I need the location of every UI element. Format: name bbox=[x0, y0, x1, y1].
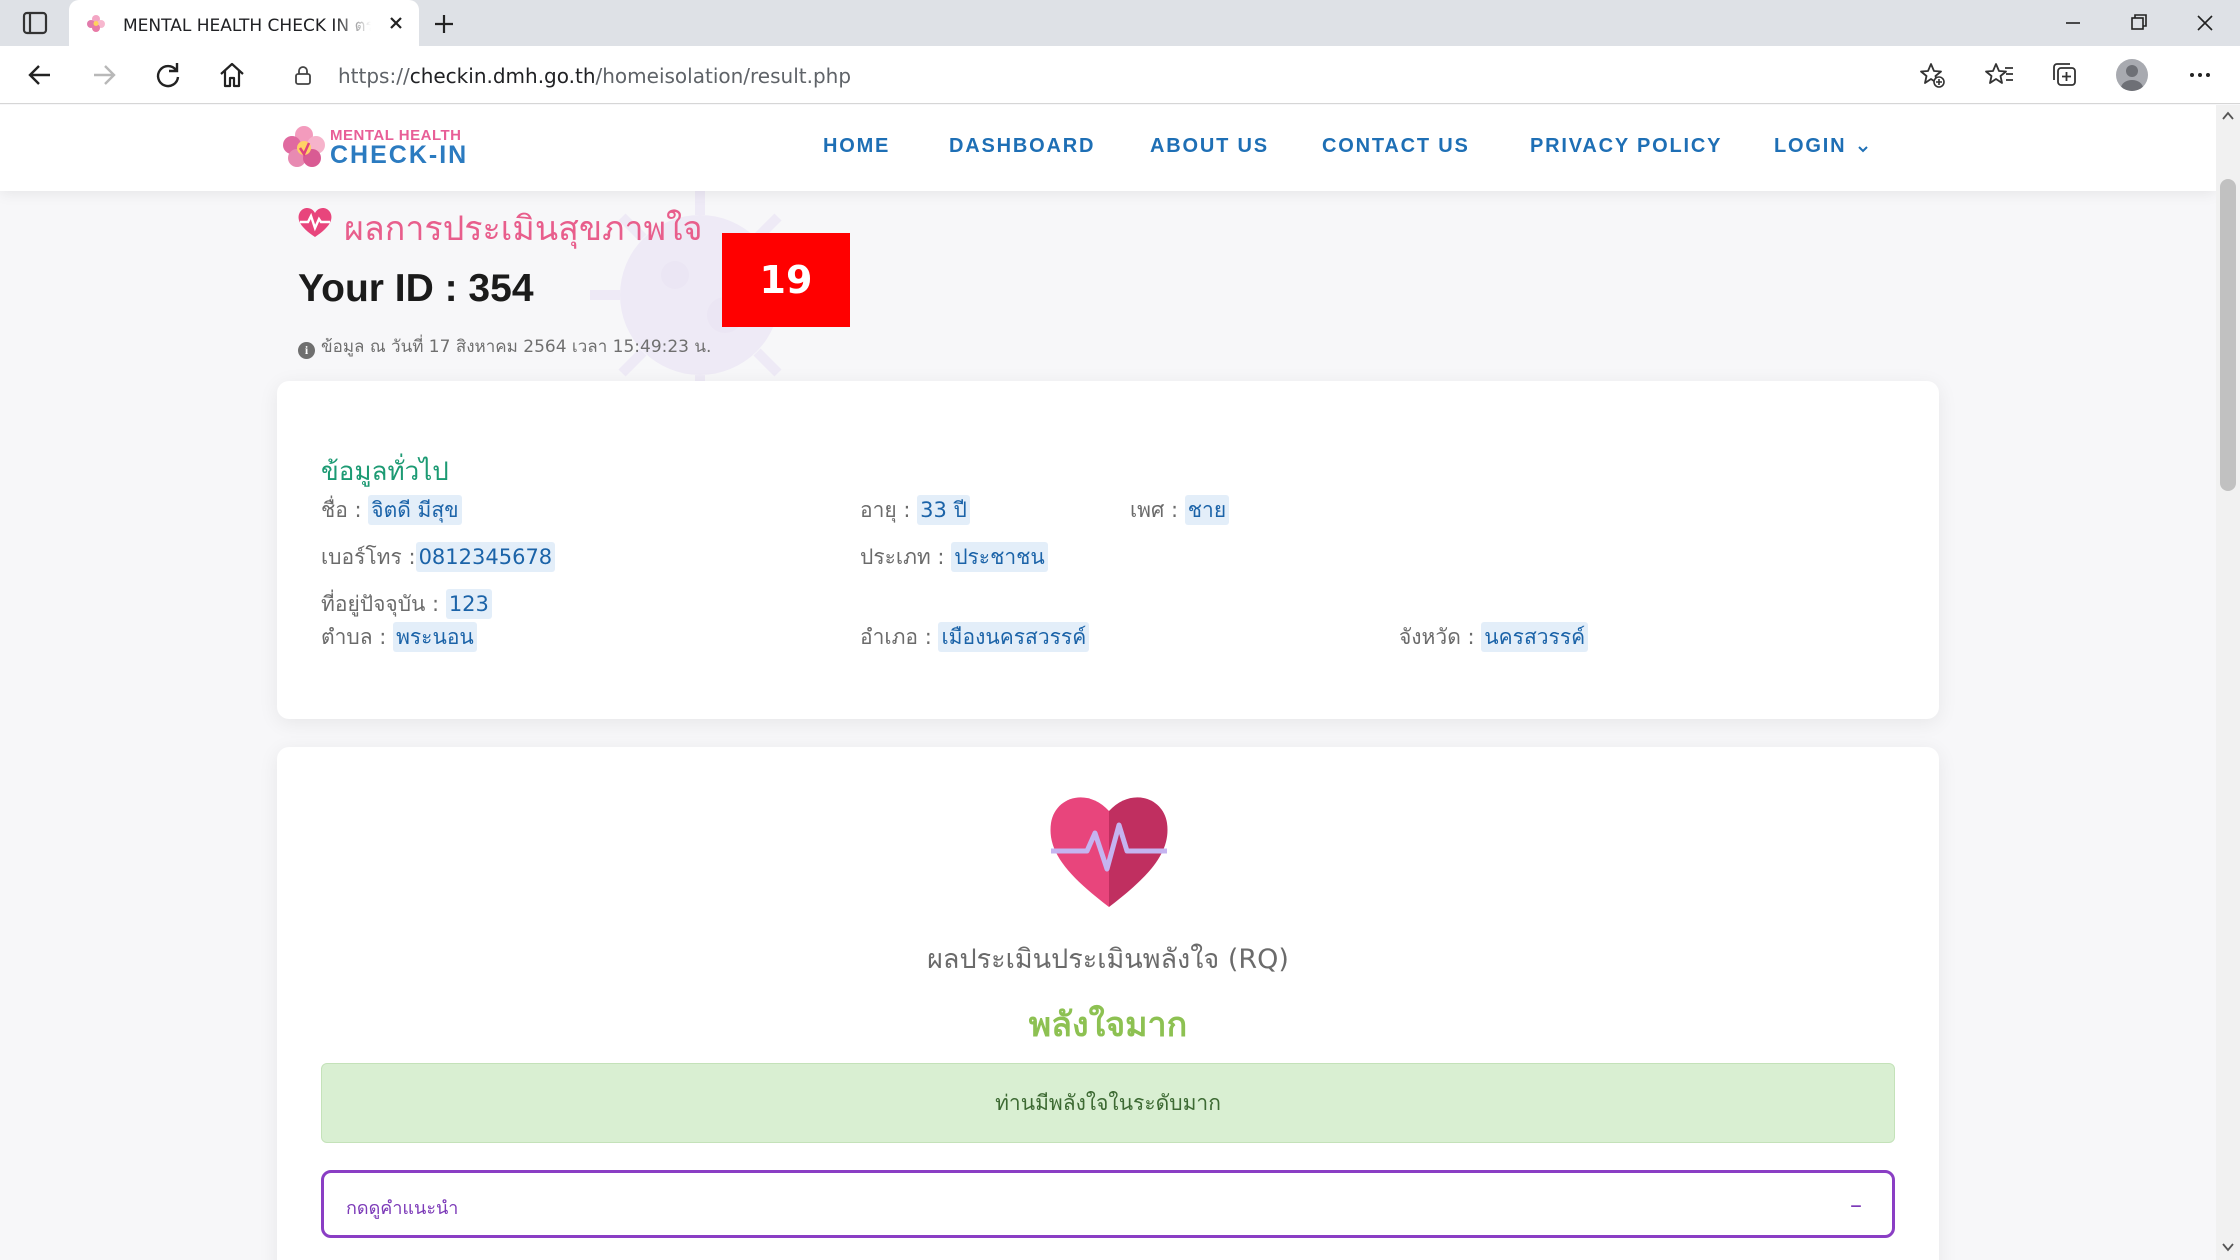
person-icon bbox=[2121, 65, 2143, 91]
subdistrict-field: ตำบล : พระนอน bbox=[321, 621, 477, 654]
user-id: Your ID : 354 bbox=[298, 267, 534, 310]
age-label: อายุ : bbox=[860, 498, 918, 522]
subdistrict-label: ตำบล : bbox=[321, 625, 394, 649]
page-scrollbar[interactable] bbox=[2216, 105, 2240, 1260]
collections-icon[interactable] bbox=[2050, 59, 2082, 91]
info-icon: i bbox=[298, 342, 315, 359]
type-value: ประชาชน bbox=[951, 542, 1048, 572]
address-bar-row: https://checkin.dmh.go.th/homeisolation/… bbox=[0, 46, 2240, 104]
result-alert: ท่านมีพลังใจในระดับมาก bbox=[321, 1063, 1895, 1143]
logo-flower-icon bbox=[283, 126, 325, 167]
sex-value: ชาย bbox=[1184, 495, 1230, 525]
sex-field: เพศ : ชาย bbox=[1130, 494, 1230, 527]
timestamp-text: ข้อมูล ณ วันที่ 17 สิงหาคม 2564 เวลา 15:… bbox=[321, 337, 712, 357]
page-title: ผลการประเมินสุขภาพใจ bbox=[344, 209, 703, 249]
age-field: อายุ : 33 ปี bbox=[860, 494, 970, 527]
age-value: 33 ปี bbox=[917, 495, 970, 525]
district-value: เมืองนครสวรรค์ bbox=[938, 622, 1090, 652]
district-label: อำเภอ : bbox=[860, 625, 939, 649]
nav-contact[interactable]: CONTACT US bbox=[1322, 135, 1470, 158]
favicon-icon bbox=[87, 15, 105, 32]
subdistrict-value: พระนอน bbox=[393, 622, 477, 652]
url-field[interactable]: https://checkin.dmh.go.th/homeisolation/… bbox=[274, 54, 1960, 96]
province-field: จังหวัด : นครสวรรค์ bbox=[1399, 621, 1589, 654]
heart-pulse-icon bbox=[1050, 797, 1168, 907]
more-icon[interactable] bbox=[2184, 59, 2216, 91]
heart-pulse-icon bbox=[298, 207, 332, 237]
site-navbar: MENTAL HEALTH CHECK-IN HOME DASHBOARD AB… bbox=[0, 105, 2216, 191]
scroll-down-icon[interactable] bbox=[2222, 1242, 2234, 1252]
home-icon[interactable] bbox=[216, 59, 248, 91]
name-value: จิตดี มีสุข bbox=[368, 495, 462, 525]
refresh-icon[interactable] bbox=[152, 59, 184, 91]
phone-value: 0812345678 bbox=[415, 542, 556, 572]
general-info-title: ข้อมูลทั่วไป bbox=[321, 457, 449, 487]
type-field: ประเภท : ประชาชน bbox=[860, 541, 1048, 574]
close-tab-icon[interactable] bbox=[385, 12, 407, 34]
nav-dashboard[interactable]: DASHBOARD bbox=[949, 135, 1095, 158]
phone-label: เบอร์โทร : bbox=[321, 545, 416, 569]
address-value: 123 bbox=[445, 589, 492, 619]
chevron-down-icon[interactable] bbox=[1856, 142, 1870, 156]
url-path: /homeisolation/result.php bbox=[595, 64, 852, 88]
tab-actions-icon[interactable] bbox=[20, 10, 50, 36]
scrollbar-thumb[interactable] bbox=[2220, 179, 2236, 491]
add-favorite-icon[interactable] bbox=[1916, 59, 1948, 91]
province-value: นครสวรรค์ bbox=[1481, 622, 1589, 652]
sex-label: เพศ : bbox=[1130, 498, 1185, 522]
rq-result-level: พลังใจมาก bbox=[1028, 1005, 1188, 1045]
nav-privacy[interactable]: PRIVACY POLICY bbox=[1530, 135, 1722, 158]
logo-text-bottom: CHECK-IN bbox=[330, 141, 469, 169]
name-field: ชื่อ : จิตดี มีสุข bbox=[321, 494, 462, 527]
tab-title: MENTAL HEALTH CHECK IN ตรวจ bbox=[123, 16, 371, 34]
nav-login[interactable]: LOGIN bbox=[1774, 135, 1846, 158]
url-prefix: https:// bbox=[338, 64, 410, 88]
province-label: จังหวัด : bbox=[1399, 625, 1482, 649]
lock-icon[interactable] bbox=[292, 64, 314, 86]
collapse-icon[interactable]: – bbox=[1850, 1191, 1862, 1219]
scroll-up-icon[interactable] bbox=[2222, 111, 2234, 121]
close-window-icon[interactable] bbox=[2190, 8, 2220, 38]
type-label: ประเภท : bbox=[860, 545, 952, 569]
name-label: ชื่อ : bbox=[321, 498, 369, 522]
advice-toggle-label[interactable]: กดดูคำแนะนำ bbox=[346, 1193, 458, 1222]
address-field: ที่อยู่ปัจจุบัน : 123 bbox=[321, 588, 492, 621]
forward-icon[interactable] bbox=[88, 59, 120, 91]
profile-avatar[interactable] bbox=[2116, 59, 2148, 91]
url-host: checkin.dmh.go.th bbox=[409, 64, 596, 88]
browser-tab-bar: MENTAL HEALTH CHECK IN ตรวจ bbox=[0, 0, 2240, 46]
back-icon[interactable] bbox=[24, 59, 56, 91]
web-page: MENTAL HEALTH CHECK-IN HOME DASHBOARD AB… bbox=[0, 105, 2216, 1260]
favorites-icon[interactable] bbox=[1984, 59, 2016, 91]
advice-accordion[interactable]: กดดูคำแนะนำ – bbox=[321, 1170, 1895, 1238]
district-field: อำเภอ : เมืองนครสวรรค์ bbox=[860, 621, 1090, 654]
restore-icon[interactable] bbox=[2124, 8, 2154, 38]
number-badge: 19 bbox=[722, 233, 850, 327]
url-text: https://checkin.dmh.go.th/homeisolation/… bbox=[338, 64, 851, 88]
data-timestamp: i ข้อมูล ณ วันที่ 17 สิงหาคม 2564 เวลา 15… bbox=[298, 333, 711, 360]
nav-home[interactable]: HOME bbox=[823, 135, 890, 158]
minimize-icon[interactable] bbox=[2058, 8, 2088, 38]
browser-tab[interactable]: MENTAL HEALTH CHECK IN ตรวจ bbox=[69, 0, 419, 46]
general-info-card: ข้อมูลทั่วไป ชื่อ : จิตดี มีสุข อายุ : 3… bbox=[277, 381, 1939, 719]
rq-result-title: ผลประเมินประเมินพลังใจ (RQ) bbox=[927, 944, 1289, 975]
new-tab-icon[interactable] bbox=[430, 10, 458, 38]
site-logo[interactable]: MENTAL HEALTH CHECK-IN bbox=[278, 121, 468, 173]
address-label: ที่อยู่ปัจจุบัน : bbox=[321, 592, 446, 616]
nav-about[interactable]: ABOUT US bbox=[1150, 135, 1269, 158]
rq-result-card: ผลประเมินประเมินพลังใจ (RQ) พลังใจมาก ท่… bbox=[277, 747, 1939, 1260]
phone-field: เบอร์โทร :0812345678 bbox=[321, 541, 556, 574]
